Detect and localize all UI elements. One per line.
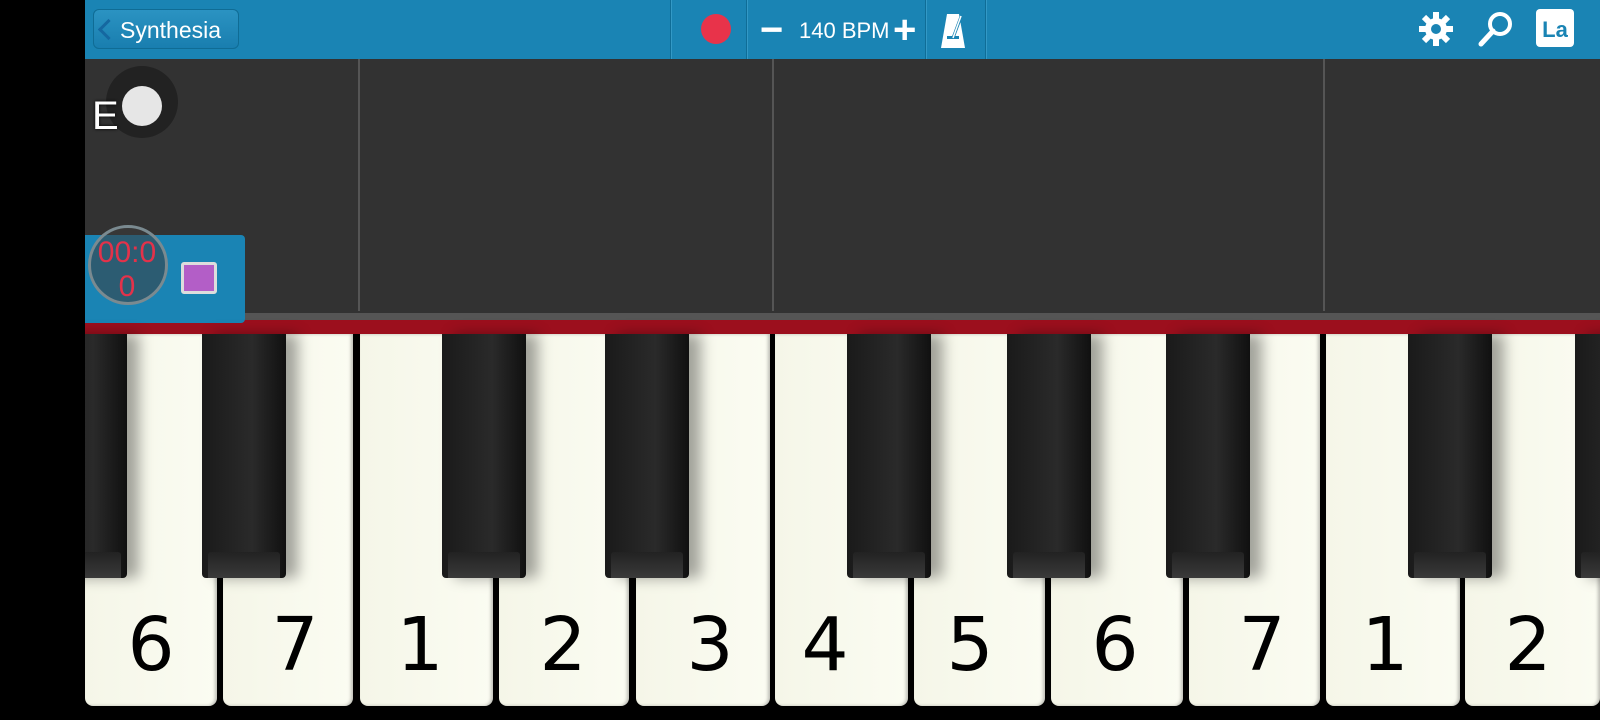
gear-icon[interactable]: [1417, 10, 1455, 48]
note-label-toggle[interactable]: La: [1536, 9, 1574, 47]
measure-line: [772, 59, 774, 311]
divider: [925, 0, 926, 59]
key-label: 4: [801, 602, 849, 688]
key-label: 7: [271, 602, 319, 688]
measure-line: [1323, 59, 1325, 311]
black-key[interactable]: [1007, 334, 1091, 578]
key-label: 6: [127, 602, 175, 688]
back-button[interactable]: Synthesia: [93, 9, 239, 49]
bpm-decrease-button[interactable]: −: [760, 10, 783, 50]
key-label: 2: [1504, 602, 1552, 688]
black-key[interactable]: [442, 334, 526, 578]
divider: [746, 0, 747, 59]
metronome-icon[interactable]: [938, 10, 968, 50]
measure-line: [358, 59, 360, 311]
e-label: E: [92, 94, 119, 138]
black-key[interactable]: [1408, 334, 1492, 578]
black-key[interactable]: [847, 334, 931, 578]
key-label: 6: [1091, 602, 1139, 688]
back-button-label: Synthesia: [120, 17, 222, 43]
top-toolbar: Synthesia − 140 BPM + La: [85, 0, 1600, 60]
keyboard-felt-strip: [85, 320, 1600, 334]
black-key[interactable]: [605, 334, 689, 578]
key-label: 2: [539, 602, 587, 688]
black-key[interactable]: [1166, 334, 1250, 578]
divider: [670, 0, 671, 59]
key-label: 1: [396, 602, 444, 688]
divider: [985, 0, 986, 59]
note-track-area: [85, 59, 1600, 313]
search-icon[interactable]: [1477, 10, 1515, 48]
timer-display: 00:00: [97, 236, 157, 303]
black-key[interactable]: [1575, 334, 1600, 578]
record-button[interactable]: [701, 14, 731, 44]
black-key[interactable]: [85, 334, 127, 578]
bpm-increase-button[interactable]: +: [893, 10, 916, 50]
key-label: 3: [686, 602, 734, 688]
screen-record-button[interactable]: [181, 262, 217, 294]
bpm-display: 140 BPM: [799, 18, 890, 43]
key-label: 5: [946, 602, 994, 688]
chevron-left-icon: [97, 18, 120, 41]
black-key[interactable]: [202, 334, 286, 578]
key-label: 7: [1238, 602, 1286, 688]
floating-e-dot: [122, 86, 162, 126]
track-divider: [85, 313, 1600, 320]
app: Synthesia − 140 BPM + La E 00:00 6 7 1 2…: [85, 0, 1600, 720]
key-label: 1: [1361, 602, 1409, 688]
piano-keyboard: 6 7 1 2 3 4 5 6 7 1 2: [85, 334, 1600, 720]
